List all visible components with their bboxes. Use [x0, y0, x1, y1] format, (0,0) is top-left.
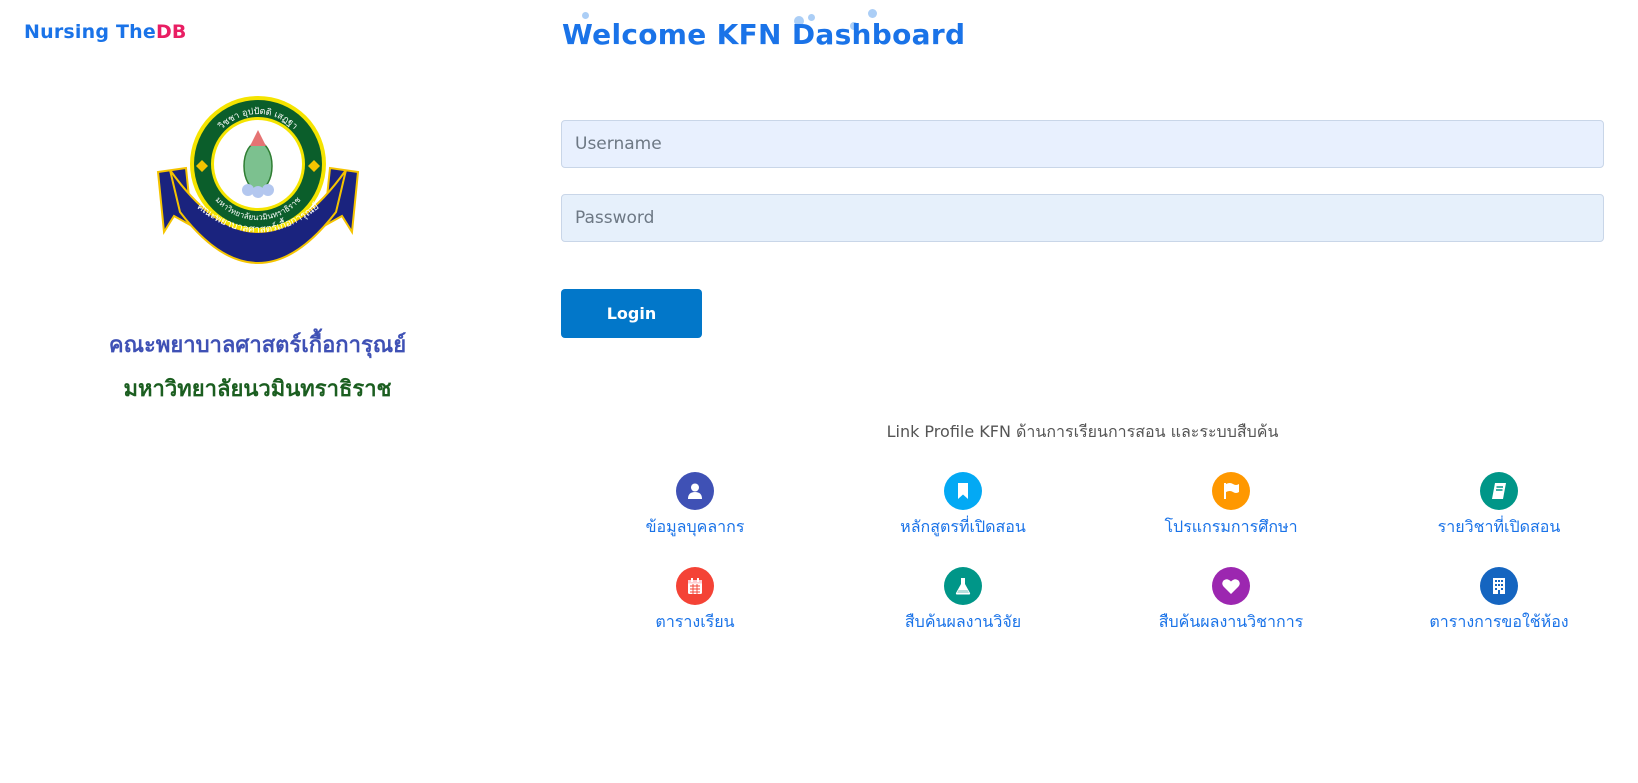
link-label: สืบค้นผลงานวิชาการ	[1158, 612, 1304, 631]
link-timetable[interactable]: ตารางเรียน	[561, 567, 829, 662]
username-input[interactable]	[561, 120, 1604, 168]
flask-icon	[944, 567, 982, 605]
brand-logo[interactable]: Nursing TheDB	[24, 21, 187, 43]
link-courses[interactable]: รายวิชาที่เปิดสอน	[1365, 472, 1633, 567]
brand-suffix: DB	[155, 21, 187, 43]
link-label: โปรแกรมการศึกษา	[1164, 517, 1298, 536]
login-page: Nursing TheDB วิชชา อุปปัตติ เสฏฐา มหาวิ…	[0, 0, 1638, 783]
book-icon	[1480, 472, 1518, 510]
link-label: ข้อมูลบุคลากร	[645, 517, 745, 536]
faculty-name: คณะพยาบาลศาสตร์เกื้อการุณย์	[108, 333, 407, 358]
link-label: หลักสูตรที่เปิดสอน	[900, 517, 1026, 536]
link-research-search[interactable]: สืบค้นผลงานวิจัย	[829, 567, 1097, 662]
link-room-booking[interactable]: ตารางการขอใช้ห้อง	[1365, 567, 1633, 662]
building-icon	[1480, 567, 1518, 605]
link-label: สืบค้นผลงานวิจัย	[904, 612, 1022, 631]
link-label: ตารางการขอใช้ห้อง	[1429, 612, 1569, 631]
brand-prefix: Nursing The	[24, 21, 156, 43]
heart-icon	[1212, 567, 1250, 605]
link-program[interactable]: โปรแกรมการศึกษา	[1097, 472, 1365, 567]
university-seal-logo: วิชชา อุปปัตติ เสฏฐา มหาวิทยาลัยนวมินทรา…	[156, 96, 360, 264]
welcome-title: Welcome KFN Dashboard	[562, 18, 966, 51]
bookmark-icon	[944, 472, 982, 510]
calendar-icon	[676, 567, 714, 605]
university-name: มหาวิทยาลัยนวมินทราธิราช	[123, 377, 392, 402]
links-caption: Link Profile KFN ด้านการเรียนการสอน และร…	[886, 422, 1279, 441]
password-input[interactable]	[561, 194, 1604, 242]
login-button[interactable]: Login	[561, 289, 702, 338]
link-label: รายวิชาที่เปิดสอน	[1437, 517, 1561, 536]
user-icon	[676, 472, 714, 510]
link-academic-search[interactable]: สืบค้นผลงานวิชาการ	[1097, 567, 1365, 662]
quick-links-grid: ข้อมูลบุคลากร หลักสูตรที่เปิดสอน โปรแกรม…	[561, 472, 1633, 662]
flag-icon	[1212, 472, 1250, 510]
link-label: ตารางเรียน	[655, 612, 735, 631]
link-curriculum[interactable]: หลักสูตรที่เปิดสอน	[829, 472, 1097, 567]
link-personnel[interactable]: ข้อมูลบุคลากร	[561, 472, 829, 567]
